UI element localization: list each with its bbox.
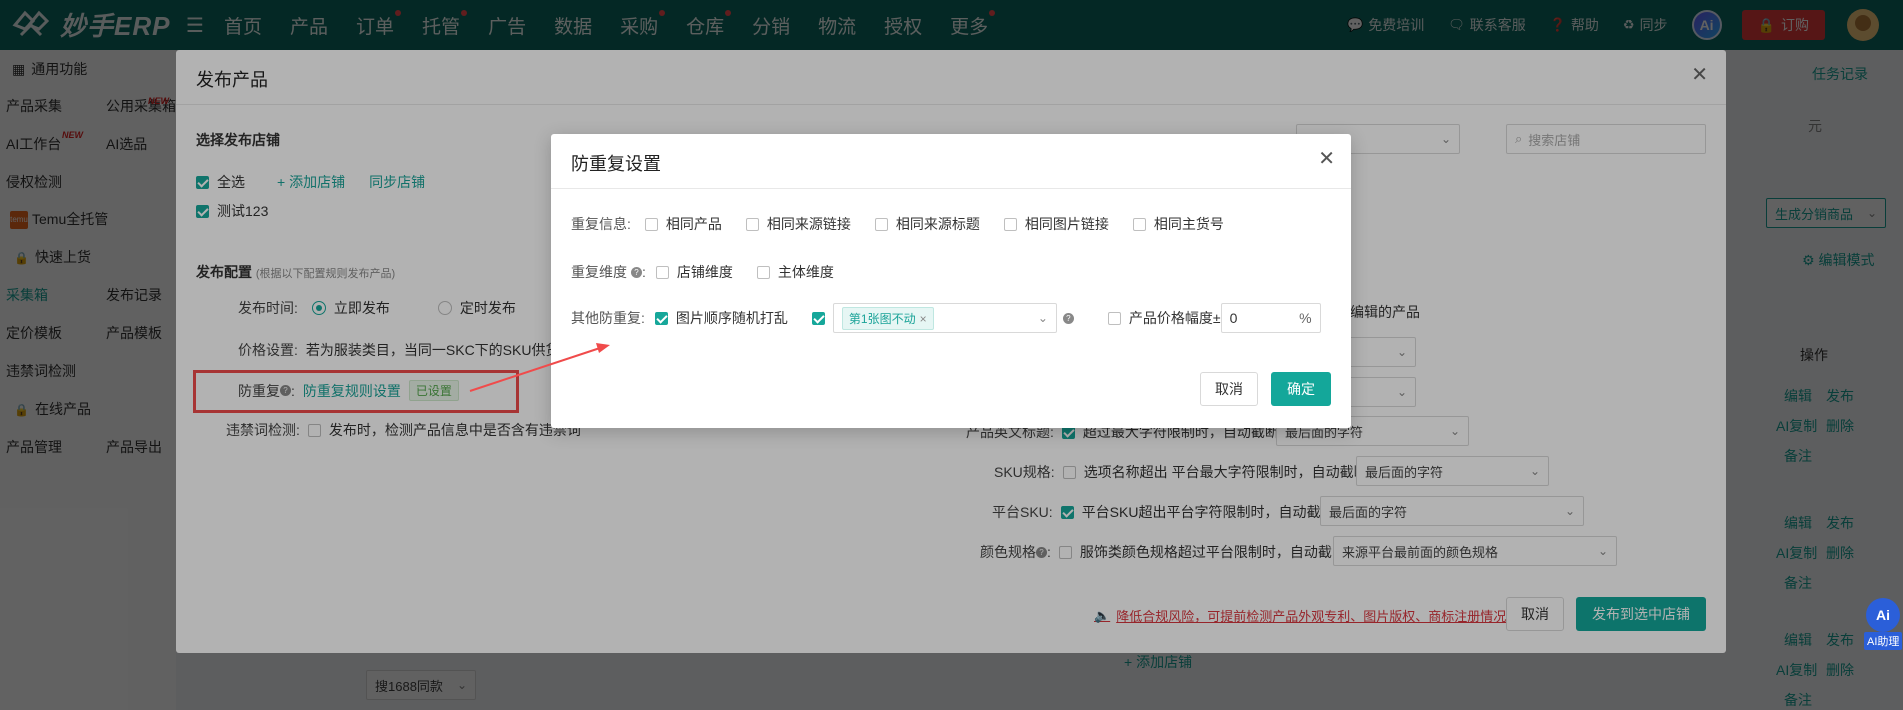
dup-info-label: 重复信息:: [571, 216, 631, 232]
option-label: 相同来源标题: [895, 216, 980, 232]
dup-option-same-product[interactable]: 相同产品: [644, 214, 722, 234]
chip-close-icon[interactable]: ×: [920, 312, 927, 326]
checkbox[interactable]: [655, 265, 669, 279]
close-icon[interactable]: ✕: [1318, 146, 1335, 171]
price-range-label: 产品价格幅度±: [1128, 310, 1221, 326]
checkbox[interactable]: [756, 265, 770, 279]
antidup-cancel-button[interactable]: 取消: [1200, 372, 1258, 406]
selected-chip: 第1张图不动 ×: [841, 306, 934, 330]
ai-assistant-label[interactable]: AI助理: [1864, 632, 1903, 650]
chevron-down-icon: ⌄: [1037, 311, 1048, 325]
price-range-option[interactable]: 产品价格幅度±: [1107, 308, 1221, 328]
checkbox[interactable]: [874, 217, 888, 231]
option-label: 店铺维度: [676, 264, 733, 280]
checkbox[interactable]: [1003, 217, 1017, 231]
dup-option-same-image-link[interactable]: 相同图片链接: [1003, 214, 1109, 234]
dup-dim-label: 重复维度: [571, 264, 627, 280]
antidup-dialog-title: 防重复设置: [571, 154, 661, 174]
dup-dim-store[interactable]: 店铺维度: [655, 262, 733, 282]
price-range-checkbox[interactable]: [1107, 311, 1121, 325]
dup-option-same-source-title[interactable]: 相同来源标题: [874, 214, 980, 234]
percent-unit: %: [1299, 310, 1312, 326]
other-antidup-row: 其他防重复: 图片顺序随机打乱 第1张图不动 × ⌄ ? 产品价格幅度± 0%: [571, 303, 1321, 333]
dup-option-same-sku[interactable]: 相同主货号: [1132, 214, 1224, 234]
dup-dim-row: 重复维度?: 店铺维度 主体维度: [571, 262, 834, 282]
price-range-input[interactable]: 0%: [1220, 303, 1321, 333]
option-label: 主体维度: [777, 264, 834, 280]
keep-first-checkbox[interactable]: [811, 311, 825, 325]
shuffle-images-option[interactable]: 图片顺序随机打乱: [654, 308, 788, 328]
checkbox[interactable]: [644, 217, 658, 231]
antidup-settings-dialog: 防重复设置 ✕ 重复信息: 相同产品 相同来源链接 相同来源标题 相同图片链接 …: [551, 134, 1351, 428]
keep-first-select[interactable]: 第1张图不动 × ⌄: [832, 303, 1057, 333]
option-label: 相同产品: [665, 216, 722, 232]
chip-label: 第1张图不动: [848, 311, 916, 326]
dup-option-same-source-link[interactable]: 相同来源链接: [745, 214, 851, 234]
option-label: 相同主货号: [1153, 216, 1224, 232]
shuffle-checkbox[interactable]: [654, 311, 668, 325]
option-label: 相同图片链接: [1024, 216, 1109, 232]
price-range-value: 0: [1229, 310, 1238, 326]
shuffle-label: 图片顺序随机打乱: [675, 310, 788, 326]
dup-dim-entity[interactable]: 主体维度: [756, 262, 834, 282]
help-icon: ?: [1062, 312, 1074, 324]
option-label: 相同来源链接: [766, 216, 851, 232]
ai-assistant-icon[interactable]: Ai: [1866, 598, 1900, 632]
dup-info-row: 重复信息: 相同产品 相同来源链接 相同来源标题 相同图片链接 相同主货号: [571, 214, 1248, 234]
antidup-dialog-header: 防重复设置 ✕: [551, 134, 1351, 189]
checkbox[interactable]: [745, 217, 759, 231]
help-icon: ?: [631, 266, 642, 278]
antidup-confirm-button[interactable]: 确定: [1271, 372, 1331, 406]
checkbox[interactable]: [1132, 217, 1146, 231]
other-antidup-label: 其他防重复:: [571, 310, 645, 326]
